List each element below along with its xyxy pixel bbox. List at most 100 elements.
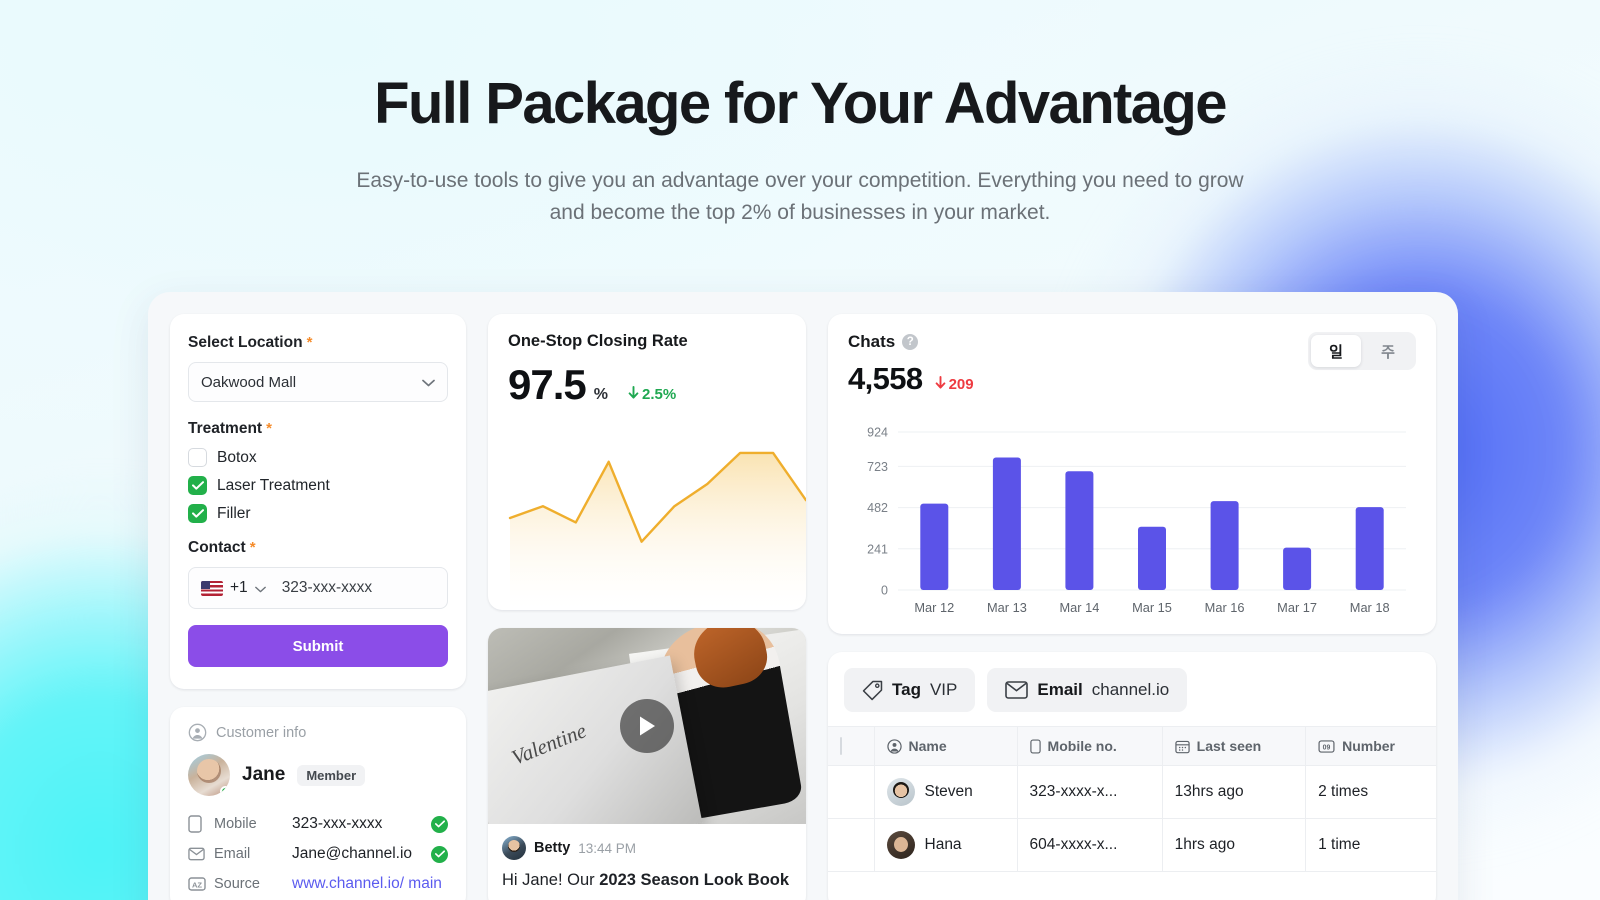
- customer-field-key: Source: [214, 876, 260, 892]
- treatment-label: Treatment *: [188, 420, 448, 438]
- period-toggle[interactable]: 일 주: [1308, 332, 1416, 370]
- svg-text:Mar 15: Mar 15: [1132, 600, 1172, 615]
- required-asterisk: *: [249, 539, 256, 556]
- treatment-label-text: Treatment: [188, 420, 263, 437]
- email-filter-pill[interactable]: Email channel.io: [987, 668, 1188, 712]
- avatar: [886, 778, 915, 806]
- contact-label: Contact *: [188, 539, 448, 557]
- tag-filter-pill[interactable]: Tag VIP: [844, 668, 976, 712]
- cell-mobile: 604-xxxx-x...: [1017, 818, 1163, 872]
- cell-last-seen: 1hrs ago: [1162, 818, 1307, 872]
- row-select-cell[interactable]: [828, 818, 875, 872]
- customer-field-key: Email: [214, 846, 251, 862]
- cell-name: Hana: [874, 818, 1018, 872]
- column-header-name[interactable]: Name: [874, 726, 1018, 766]
- digits-icon: 09: [1318, 739, 1335, 753]
- toggle-day[interactable]: 일: [1311, 335, 1361, 367]
- select-all-checkbox[interactable]: [840, 737, 842, 755]
- column-header-label: Number: [1342, 738, 1396, 754]
- customer-info-card: Customer info Jane Member Mobile 323-xxx…: [170, 707, 466, 900]
- checkbox-row-filler[interactable]: Filler: [188, 504, 448, 523]
- column-header-number[interactable]: 09 Number: [1305, 726, 1436, 766]
- chats-title-row: Chats ?: [848, 332, 974, 352]
- person-circle-icon: [188, 723, 207, 742]
- svg-text:Mar 16: Mar 16: [1205, 600, 1245, 615]
- checkbox-row-botox[interactable]: Botox: [188, 448, 448, 467]
- status-badge: Member: [297, 764, 366, 786]
- arrow-down-icon: [628, 386, 639, 403]
- message-text: Hi Jane! Our 2023 Season Look Book: [502, 869, 792, 891]
- table-row[interactable]: Hana 604-xxxx-x... 1hrs ago 1 time: [828, 818, 1436, 872]
- phone-input[interactable]: 323-xxx-xxxx: [282, 579, 372, 597]
- video-message-card: Valentine Betty 13:44 PM Hi Jane! Our 20…: [488, 628, 806, 900]
- closing-rate-title: One-Stop Closing Rate: [508, 332, 688, 350]
- email-icon: [1005, 681, 1029, 699]
- email-pill-value: channel.io: [1091, 680, 1170, 699]
- chevron-down-icon[interactable]: [254, 581, 266, 596]
- customer-field-value: 323-xxx-xxxx: [292, 815, 383, 832]
- customer-field-source: AZ Source www.channel.io/ main: [188, 869, 448, 899]
- tag-pill-key: Tag: [892, 680, 921, 699]
- chats-header-left: Chats ? 4,558 209: [848, 332, 974, 397]
- chevron-down-icon: [422, 375, 435, 390]
- closing-rate-delta: 2.5%: [628, 386, 676, 403]
- select-all-header[interactable]: [828, 726, 875, 766]
- person-icon: [886, 738, 902, 754]
- verified-icon: [431, 815, 448, 833]
- chats-header: Chats ? 4,558 209 일 주: [848, 332, 1416, 397]
- row-name-label: Steven: [924, 783, 973, 800]
- location-label-text: Select Location: [188, 334, 303, 351]
- location-label: Select Location *: [188, 334, 448, 352]
- toggle-week[interactable]: 주: [1363, 335, 1413, 367]
- dial-code: +1: [230, 579, 248, 596]
- customer-name: Jane: [242, 764, 286, 785]
- table-header-row: Name Mobile no. Last seen 09 Number: [828, 726, 1436, 766]
- cell-mobile: 323-xxxx-x...: [1017, 765, 1163, 819]
- closing-rate-value-row: 97.5 % 2.5%: [508, 361, 786, 409]
- column-header-last-seen[interactable]: Last seen: [1162, 726, 1307, 766]
- row-select-cell[interactable]: [828, 765, 875, 819]
- help-icon[interactable]: ?: [902, 334, 919, 350]
- checkbox-laser-treatment[interactable]: [188, 476, 207, 495]
- page-title: Full Package for Your Advantage: [374, 71, 1227, 136]
- submit-button[interactable]: Submit: [188, 625, 448, 667]
- svg-text:924: 924: [867, 426, 888, 440]
- mobile-icon: [1029, 738, 1041, 754]
- customer-info-title: Customer info: [216, 724, 307, 741]
- chats-bar-chart: 0 241 482 723 924 Mar 12 Mar 13 Mar 14 Mar 15 Mar…: [848, 424, 1416, 620]
- cell-number: 2 times: [1305, 765, 1436, 819]
- table-row[interactable]: Steven 323-xxxx-x... 13hrs ago 2 times: [828, 765, 1436, 819]
- check-icon: [191, 509, 204, 518]
- phone-input-group[interactable]: +1 323-xxx-xxxx: [188, 567, 448, 609]
- us-flag-icon: [201, 580, 223, 596]
- checkbox-row-laser-treatment[interactable]: Laser Treatment: [188, 476, 448, 495]
- checkbox-filler[interactable]: [188, 504, 207, 523]
- booking-form-card: Select Location * Oakwood Mall Treatment…: [170, 314, 466, 689]
- cell-name: Steven: [874, 765, 1018, 819]
- closing-rate-card: One-Stop Closing Rate 97.5 % 2.5%: [488, 314, 806, 610]
- contact-label-text: Contact: [188, 539, 246, 556]
- location-select[interactable]: Oakwood Mall: [188, 362, 448, 402]
- required-asterisk: *: [306, 334, 313, 351]
- message-sender: Betty: [534, 840, 571, 856]
- customer-field-value[interactable]: www.channel.io/ main: [292, 875, 448, 893]
- checkbox-botox[interactable]: [188, 448, 207, 467]
- customer-field-key: Mobile: [214, 816, 257, 832]
- customer-field-value: Jane@channel.io: [292, 845, 413, 862]
- play-icon[interactable]: [620, 699, 674, 753]
- avatar: [886, 831, 915, 859]
- email-pill-key: Email: [1037, 680, 1083, 699]
- checkbox-label: Filler: [217, 504, 251, 522]
- checkbox-label: Laser Treatment: [217, 476, 330, 494]
- chats-delta-value: 209: [948, 376, 974, 393]
- table-body: Steven 323-xxxx-x... 13hrs ago 2 times H: [828, 765, 1436, 872]
- closing-rate-unit: %: [593, 386, 608, 403]
- svg-text:Mar 14: Mar 14: [1059, 600, 1099, 615]
- column-header-label: Last seen: [1196, 738, 1262, 754]
- contacts-table-card: Tag VIP Email channel.io Name Mobile no.…: [828, 652, 1436, 900]
- customer-field-email: Email Jane@channel.io: [188, 839, 448, 869]
- svg-text:Mar 13: Mar 13: [987, 600, 1027, 615]
- column-header-mobile[interactable]: Mobile no.: [1017, 726, 1163, 766]
- video-thumbnail[interactable]: Valentine: [488, 628, 806, 824]
- svg-text:AZ: AZ: [192, 880, 202, 889]
